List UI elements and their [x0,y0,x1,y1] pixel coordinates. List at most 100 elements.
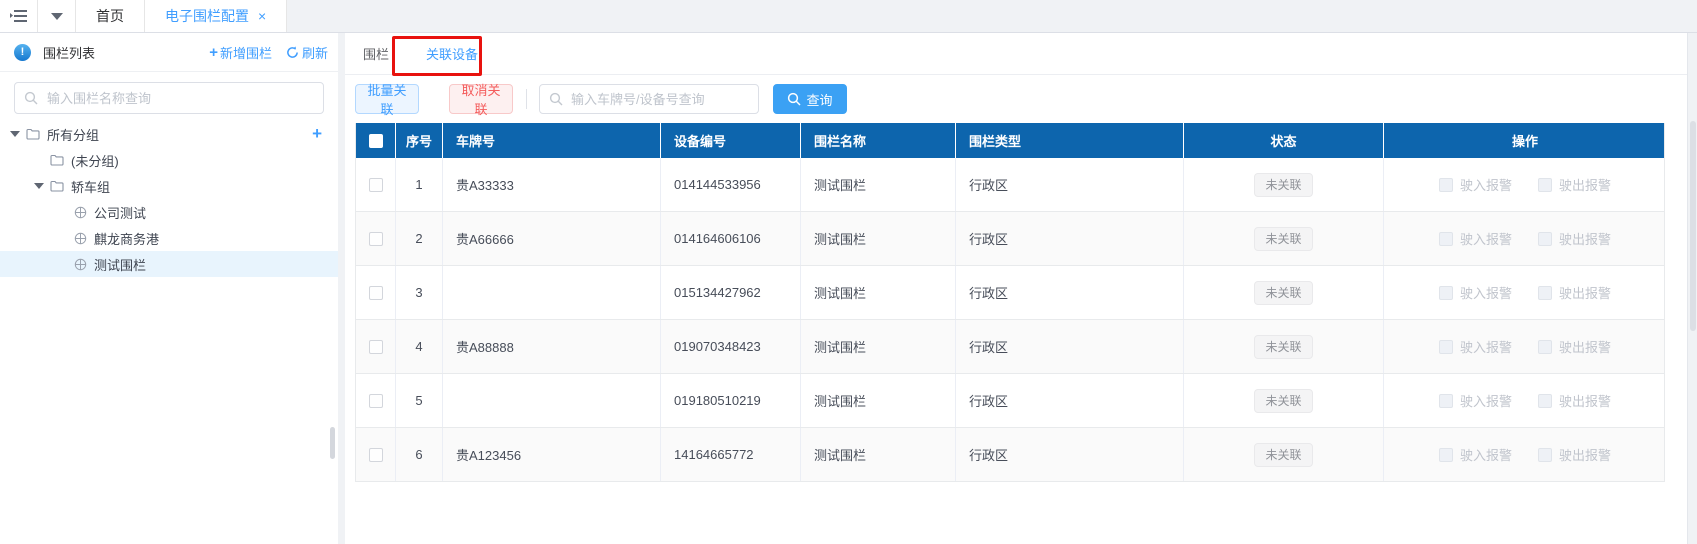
exit-alarm-option: 驶出报警 [1538,175,1611,194]
table-row: 1 贵A33333 014144533956 测试围栏 行政区 未关联 驶入报警 驶出报警 [356,158,1664,212]
tree-node-label: 麒龙商务港 [94,231,160,247]
caret-expanded-icon[interactable] [34,183,44,189]
exit-alarm-checkbox[interactable] [1538,285,1552,300]
tree-node-label: 轿车组 [71,179,111,195]
index-cell: 5 [396,374,443,427]
row-checkbox[interactable] [369,393,383,408]
enter-alarm-checkbox[interactable] [1438,285,1453,300]
exit-alarm-label: 驶出报警 [1559,394,1612,409]
plate-cell: 贵A66666 [443,212,661,265]
tree-node-所有分组[interactable]: 所有分组 + [0,121,338,147]
exit-alarm-option: 驶出报警 [1538,391,1611,410]
sidebar-scrollbar[interactable] [330,427,335,459]
add-fence-button[interactable]: + 新增围栏 [209,43,272,62]
status-cell: 未关联 [1184,266,1384,319]
row-select-cell [356,428,396,481]
row-checkbox[interactable] [369,231,383,246]
refresh-button[interactable]: 刷新 [286,43,328,62]
tree-node-label: 测试围栏 [94,257,147,273]
caret-expanded-icon[interactable] [10,131,20,137]
exit-alarm-label: 驶出报警 [1559,286,1612,301]
operation-cell: 驶入报警 驶出报警 [1384,212,1666,265]
exit-alarm-checkbox[interactable] [1538,393,1552,408]
fence-search-input[interactable] [45,89,323,107]
plate-number: 贵A123456 [456,448,522,463]
row-index: 3 [415,285,423,300]
enter-alarm-option: 驶入报警 [1438,391,1512,410]
select-all-checkbox[interactable] [369,133,383,148]
fence-list-title: 围栏列表 [43,45,96,61]
chevron-down-icon [50,12,63,20]
exit-alarm-option: 驶出报警 [1538,445,1611,464]
exit-alarm-checkbox[interactable] [1538,231,1552,246]
exit-alarm-option: 驶出报警 [1538,283,1611,302]
row-index: 6 [415,447,423,462]
plate-number: 贵A66666 [456,232,514,247]
fence-type: 行政区 [969,178,1009,193]
row-checkbox[interactable] [369,339,383,354]
add-group-button[interactable]: + [312,124,322,144]
fence-type: 行政区 [969,286,1009,301]
plate-number: 贵A88888 [456,340,514,355]
column-header-label: 序号 [405,134,432,149]
device-cell: 014144533956 [661,158,801,211]
row-select-cell [356,374,396,427]
row-select-cell [356,320,396,373]
enter-alarm-checkbox[interactable] [1438,177,1453,192]
exit-alarm-option: 驶出报警 [1538,229,1611,248]
enter-alarm-checkbox[interactable] [1438,447,1453,462]
column-header-0: 序号 [396,123,443,158]
plate-cell: 贵A33333 [443,158,661,211]
enter-alarm-checkbox[interactable] [1438,339,1453,354]
topbar-tab-home[interactable]: 首页 [76,0,145,32]
query-button[interactable]: 查询 [773,84,847,114]
collapse-menu-button[interactable] [0,0,38,32]
index-cell: 6 [396,428,443,481]
fence-type: 行政区 [969,394,1009,409]
status-badge: 未关联 [1254,280,1313,305]
tab-list-dropdown-button[interactable] [38,0,76,32]
exit-alarm-label: 驶出报警 [1559,178,1612,193]
device-number: 014164606106 [674,231,761,246]
column-header-label: 状态 [1270,134,1297,149]
enter-alarm-checkbox[interactable] [1438,231,1453,246]
device-number: 019180510219 [674,393,761,408]
topbar-tab-label: 首页 [96,8,124,24]
enter-alarm-label: 驶入报警 [1459,394,1512,409]
fence-name: 测试围栏 [814,394,867,409]
device-search-input[interactable] [569,90,758,108]
exit-alarm-label: 驶出报警 [1559,340,1612,355]
row-checkbox[interactable] [369,447,383,462]
operation-cell: 驶入报警 驶出报警 [1384,158,1666,211]
tree-node-轿车组[interactable]: 轿车组 [0,173,338,199]
enter-alarm-label: 驶入报警 [1459,178,1512,193]
tab-fence[interactable]: 围栏 [363,44,389,63]
tree-node-公司测试[interactable]: 公司测试 [0,199,338,225]
unlink-button[interactable]: 取消关联 [449,83,513,117]
close-icon[interactable]: × [258,8,266,24]
folder-icon [26,128,40,140]
collapse-menu-icon [9,10,27,22]
column-header-6: 操作 [1384,123,1666,158]
exit-alarm-checkbox[interactable] [1538,447,1552,462]
fence-name: 测试围栏 [814,232,867,247]
exit-alarm-checkbox[interactable] [1538,177,1552,192]
enter-alarm-option: 驶入报警 [1438,337,1512,356]
batch-link-button[interactable]: 批量关联 [355,83,419,117]
tree-node-测试围栏[interactable]: 测试围栏 [0,251,338,277]
enter-alarm-checkbox[interactable] [1438,393,1453,408]
row-checkbox[interactable] [369,177,383,192]
row-checkbox[interactable] [369,285,383,300]
fence-name-cell: 测试围栏 [801,266,956,319]
device-search-box [539,84,759,114]
device-cell: 015134427962 [661,266,801,319]
tree-node-麒龙商务港[interactable]: 麒龙商务港 [0,225,338,251]
row-index: 4 [415,339,423,354]
device-cell: 014164606106 [661,212,801,265]
tree-node-未分组[interactable]: (未分组) [0,147,338,173]
exit-alarm-checkbox[interactable] [1538,339,1552,354]
page-scrollbar[interactable] [1690,121,1696,331]
topbar-tab-fence-config[interactable]: 电子围栏配置 × [145,0,288,32]
fence-list-header: ! 围栏列表 + 新增围栏 刷新 [0,33,338,72]
tab-linked-devices[interactable]: 关联设备 [426,44,478,63]
